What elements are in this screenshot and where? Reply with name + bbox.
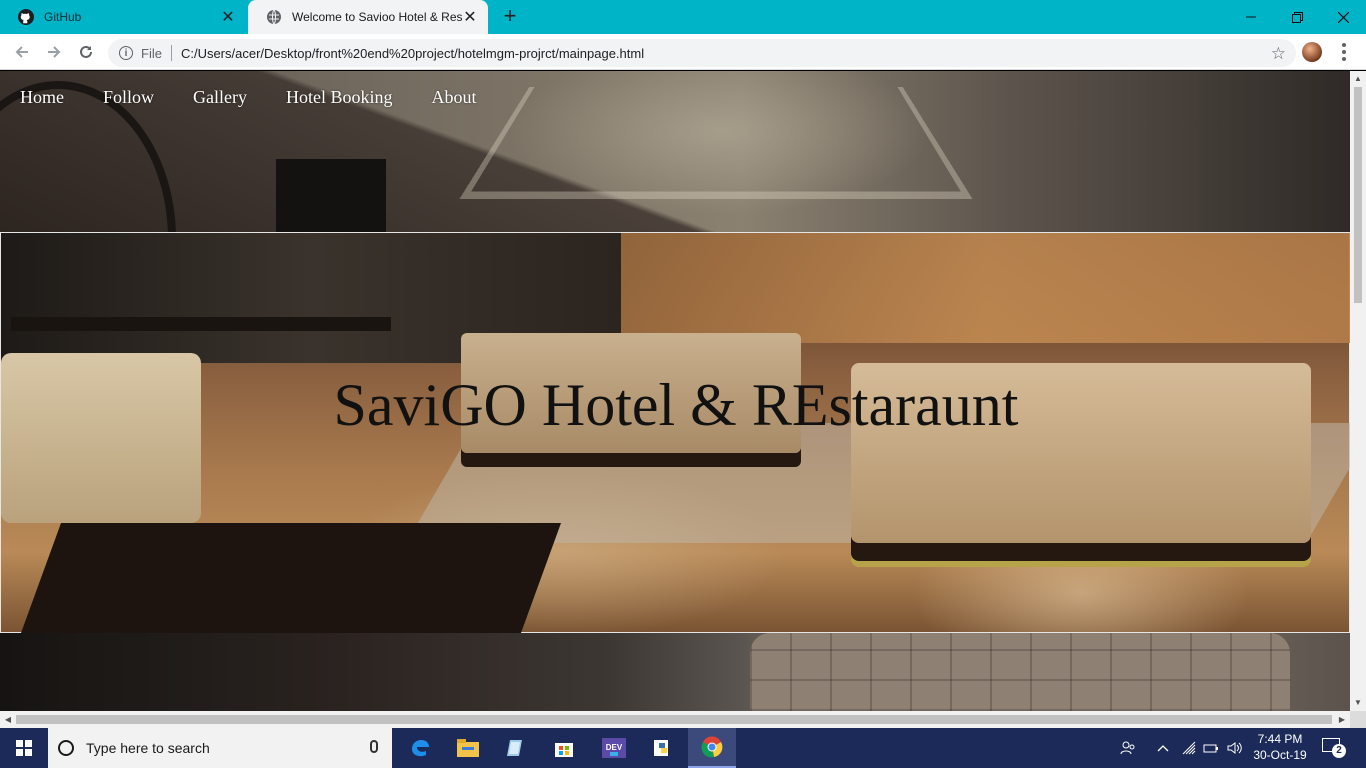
wifi-icon[interactable] bbox=[1180, 728, 1198, 768]
page-viewport: Home Follow Gallery Hotel Booking About … bbox=[0, 71, 1350, 711]
hero-title: SaviGO Hotel & REstaraunt bbox=[333, 372, 1019, 438]
scroll-up-arrow-icon[interactable]: ▲ bbox=[1350, 71, 1366, 87]
windows-taskbar: Type here to search DEV 7:44 PM 30-Oct-1… bbox=[0, 728, 1366, 768]
lower-background-image bbox=[0, 633, 1350, 711]
forward-arrow-icon bbox=[48, 46, 61, 58]
url-text[interactable]: C:/Users/acer/Desktop/front%20end%20proj… bbox=[181, 46, 644, 61]
tab-title: Welcome to Savioo Hotel & Rest bbox=[292, 10, 462, 24]
scroll-down-arrow-icon[interactable]: ▼ bbox=[1350, 695, 1366, 711]
scroll-right-arrow-icon[interactable]: ▶ bbox=[1334, 711, 1350, 728]
decor bbox=[276, 159, 386, 239]
start-button[interactable] bbox=[0, 728, 48, 768]
taskbar-dev[interactable]: DEV bbox=[590, 728, 638, 768]
tab-title: GitHub bbox=[44, 10, 82, 24]
file-explorer-icon bbox=[457, 739, 479, 757]
microphone-icon[interactable] bbox=[370, 740, 378, 753]
taskbar-file-explorer[interactable] bbox=[444, 728, 492, 768]
browser-menu-icon[interactable] bbox=[1336, 40, 1352, 64]
back-button[interactable] bbox=[10, 40, 34, 64]
restore-icon bbox=[1291, 11, 1303, 23]
taskbar-python[interactable] bbox=[638, 728, 686, 768]
taskbar-search[interactable]: Type here to search bbox=[48, 728, 392, 768]
svg-text:DEV: DEV bbox=[606, 743, 623, 752]
nav-hotel-booking[interactable]: Hotel Booking bbox=[286, 87, 393, 108]
edge-icon bbox=[412, 740, 429, 757]
horizontal-scrollbar[interactable]: ◀ ▶ bbox=[0, 711, 1350, 728]
windows-logo-icon bbox=[16, 740, 32, 756]
tab-github[interactable]: GitHub ✕ bbox=[0, 0, 246, 34]
new-tab-button[interactable]: + bbox=[498, 5, 522, 29]
header-background-image: Home Follow Gallery Hotel Booking About bbox=[0, 71, 1350, 397]
nav-gallery[interactable]: Gallery bbox=[193, 87, 247, 108]
chrome-icon bbox=[701, 736, 723, 758]
decor bbox=[20, 523, 562, 633]
nav-home[interactable]: Home bbox=[20, 87, 64, 108]
scheme-label: File bbox=[141, 45, 162, 61]
dev-icon: DEV bbox=[602, 738, 626, 758]
python-icon bbox=[654, 740, 668, 756]
address-bar[interactable]: i File C:/Users/acer/Desktop/front%20end… bbox=[108, 39, 1296, 67]
tab-bar: GitHub ✕ Welcome to Savioo Hotel & Rest … bbox=[0, 0, 1366, 34]
vertical-scrollbar[interactable]: ▲ ▼ bbox=[1350, 71, 1366, 711]
taskbar-clock[interactable]: 7:44 PM 30-Oct-19 bbox=[1248, 731, 1312, 763]
cortana-icon bbox=[58, 740, 74, 756]
reload-icon bbox=[80, 45, 92, 58]
horizontal-scroll-thumb[interactable] bbox=[16, 715, 1332, 724]
close-window-button[interactable] bbox=[1320, 0, 1366, 34]
taskbar-store[interactable] bbox=[540, 728, 588, 768]
back-arrow-icon bbox=[15, 46, 28, 58]
battery-icon[interactable] bbox=[1202, 728, 1220, 768]
people-icon[interactable] bbox=[1116, 728, 1140, 768]
clock-time: 7:44 PM bbox=[1257, 732, 1303, 746]
globe-icon bbox=[267, 9, 281, 25]
decor bbox=[459, 86, 973, 199]
tab-savioo-hotel[interactable]: Welcome to Savioo Hotel & Rest ✕ bbox=[248, 0, 488, 34]
info-icon[interactable]: i bbox=[119, 46, 133, 60]
close-tab-icon[interactable]: ✕ bbox=[462, 7, 478, 27]
github-icon bbox=[18, 9, 34, 25]
profile-avatar[interactable] bbox=[1302, 42, 1322, 62]
minimize-icon bbox=[1246, 16, 1256, 18]
restore-button[interactable] bbox=[1274, 0, 1320, 34]
clock-date: 30-Oct-19 bbox=[1253, 748, 1307, 762]
nav-follow[interactable]: Follow bbox=[103, 87, 154, 108]
notes-icon bbox=[507, 740, 522, 756]
close-tab-icon[interactable]: ✕ bbox=[220, 7, 236, 27]
decor bbox=[11, 317, 391, 331]
action-center-button[interactable]: 2 bbox=[1322, 738, 1346, 758]
scrollbar-corner bbox=[1350, 711, 1366, 728]
taskbar-chrome[interactable] bbox=[688, 728, 736, 768]
decor bbox=[750, 633, 1290, 711]
search-placeholder: Type here to search bbox=[86, 740, 210, 756]
store-icon bbox=[555, 743, 573, 757]
volume-icon[interactable] bbox=[1226, 728, 1244, 768]
main-nav: Home Follow Gallery Hotel Booking About bbox=[0, 87, 496, 108]
vertical-scroll-thumb[interactable] bbox=[1354, 87, 1362, 303]
hero-room-image: SaviGO Hotel & REstaraunt bbox=[0, 232, 1350, 633]
nav-about[interactable]: About bbox=[432, 87, 477, 108]
browser-toolbar: i File C:/Users/acer/Desktop/front%20end… bbox=[0, 34, 1366, 70]
divider bbox=[170, 45, 172, 61]
bookmark-star-icon[interactable]: ☆ bbox=[1271, 44, 1286, 64]
decor bbox=[621, 233, 1350, 343]
taskbar-notes[interactable] bbox=[492, 728, 540, 768]
forward-button[interactable] bbox=[42, 40, 66, 64]
close-icon bbox=[1337, 11, 1349, 23]
notification-badge: 2 bbox=[1332, 744, 1346, 758]
scroll-left-arrow-icon[interactable]: ◀ bbox=[0, 711, 16, 728]
taskbar-edge[interactable] bbox=[396, 728, 444, 768]
chevron-up-icon[interactable] bbox=[1154, 728, 1172, 768]
minimize-button[interactable] bbox=[1228, 0, 1274, 34]
reload-button[interactable] bbox=[74, 40, 98, 64]
